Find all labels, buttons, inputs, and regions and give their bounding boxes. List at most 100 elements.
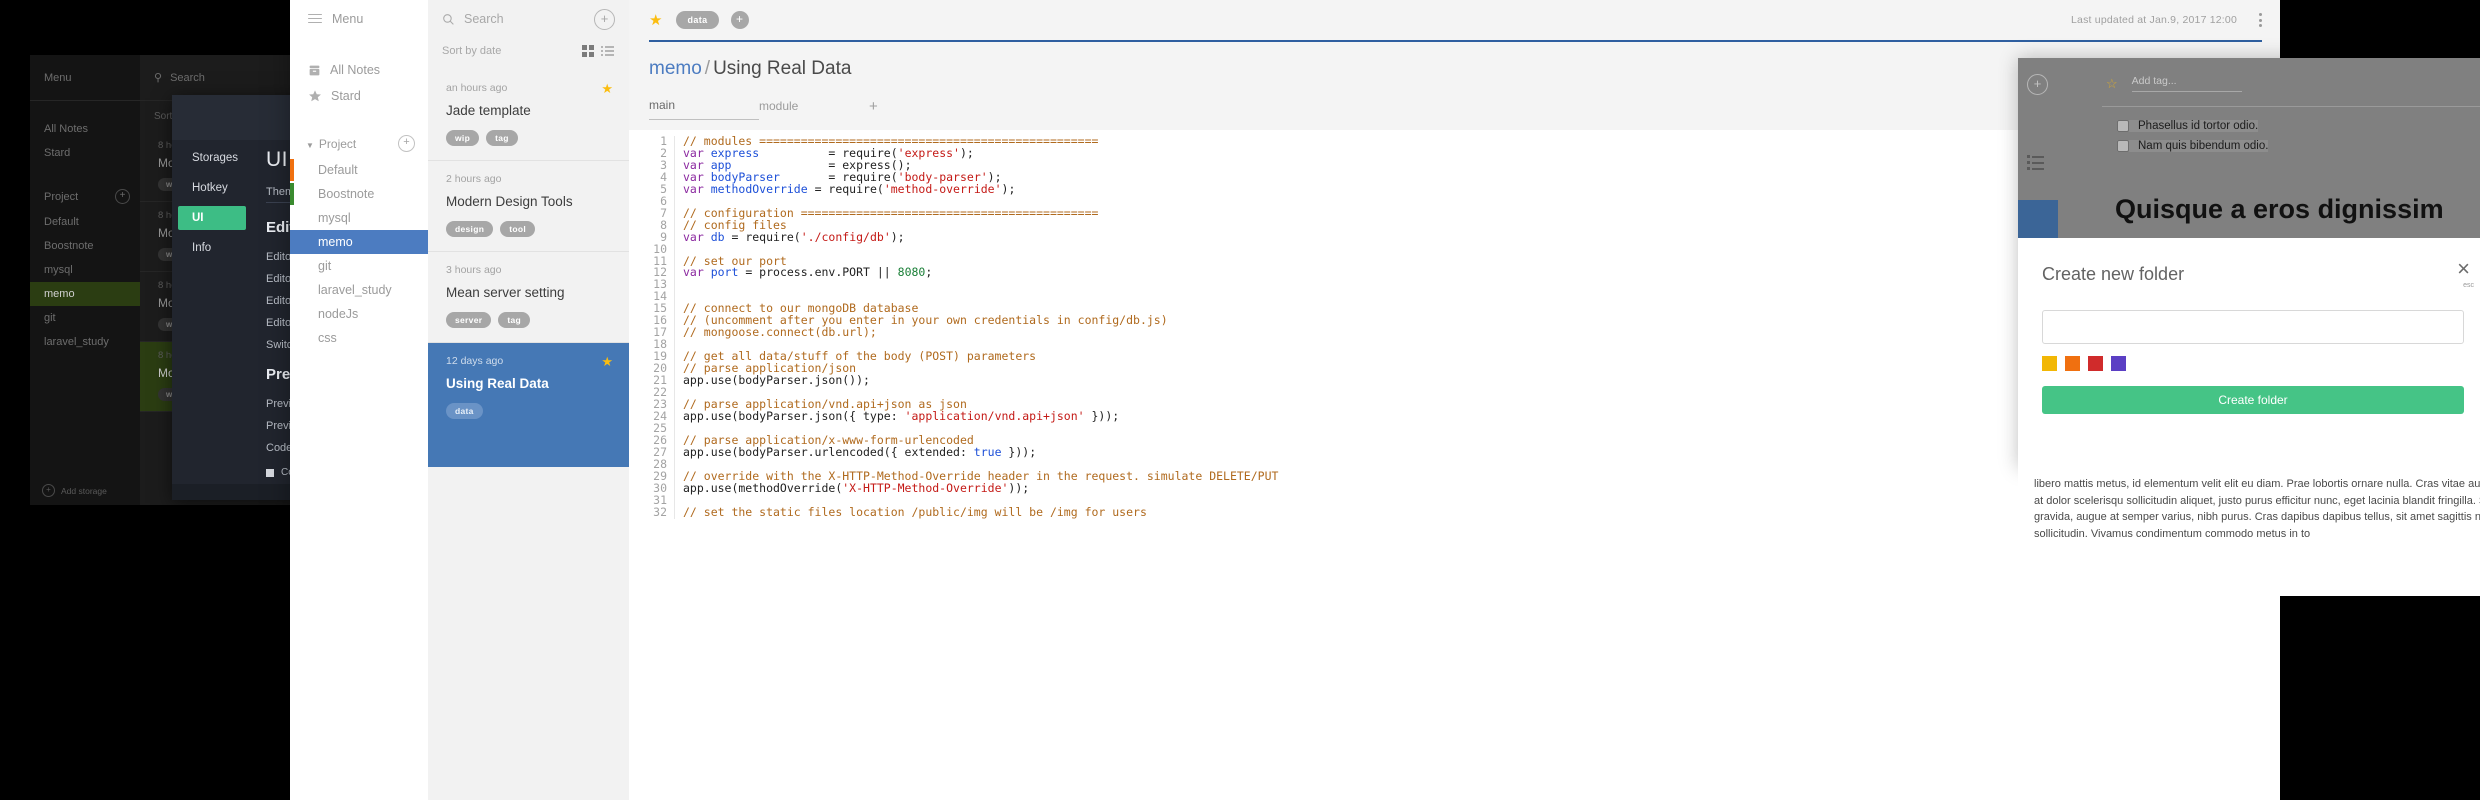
sidebar-project-mysql[interactable]: mysql (290, 206, 428, 230)
code-text[interactable]: var port = process.env.PORT || 8080; (675, 267, 932, 279)
code-text[interactable]: app.use(methodOverride('X-HTTP-Method-Ov… (675, 480, 1030, 495)
add-project-icon[interactable]: + (398, 135, 415, 152)
grid-view-icon[interactable] (582, 45, 594, 57)
menu-label: Menu (332, 11, 364, 26)
modal-title: Create new folder (2042, 264, 2185, 284)
note-list-item[interactable]: 2 hours ago Modern Design Tools design t… (428, 161, 629, 252)
note-date: 2 hours ago (446, 173, 502, 185)
line-number: 26 (629, 434, 675, 447)
prefs-tab-hotkey[interactable]: Hotkey (178, 176, 246, 200)
prefs-tab-ui[interactable]: UI (178, 206, 246, 230)
code-text[interactable]: app.use(bodyParser.json({ type: 'applica… (675, 410, 1119, 423)
folder-name-input[interactable] (2042, 310, 2464, 344)
dark-project-default[interactable]: Default (30, 210, 140, 234)
sidebar-project-boostnote[interactable]: Boostnote (290, 182, 428, 206)
dark-add-project-icon[interactable]: + (115, 189, 130, 204)
color-swatch-orange[interactable] (2065, 356, 2080, 371)
more-options-icon[interactable] (2259, 11, 2262, 30)
notes-icon (309, 65, 320, 75)
sidebar-item-stard[interactable]: Stard (290, 83, 428, 109)
checklist-item[interactable]: Phasellus id tortor odio. (2117, 120, 2259, 132)
list-view-icon[interactable] (2027, 152, 2044, 173)
sidebar-project-laravel-study[interactable]: laravel_study (290, 278, 428, 302)
dark-menu-label[interactable]: Menu (30, 55, 140, 101)
dark-stard[interactable]: Stard (30, 141, 140, 165)
dark-add-storage[interactable]: + Add storage (42, 484, 107, 497)
dark-project-laravel[interactable]: laravel_study (30, 330, 140, 354)
prefs-tab-info[interactable]: Info (178, 236, 246, 260)
dark-project-mysql[interactable]: mysql (30, 258, 140, 282)
line-number: 5 (629, 183, 675, 196)
chevron-down-icon: ▼ (306, 140, 314, 150)
code-token: = require( (807, 181, 884, 196)
line-number: 28 (629, 458, 675, 471)
code-token: // mongoose.connect(db.url); (683, 325, 877, 340)
note-tag[interactable]: data (676, 11, 719, 29)
preview-heading: Quisque a eros dignissim (2115, 194, 2444, 224)
dark-all-notes[interactable]: All Notes (30, 117, 140, 141)
dark-project-boostnote[interactable]: Boostnote (30, 234, 140, 258)
tab-module[interactable]: module (759, 95, 869, 120)
dark-project-memo[interactable]: memo (30, 282, 140, 306)
checkbox-icon[interactable] (2117, 140, 2129, 152)
code-token: )); (1008, 480, 1030, 495)
breadcrumb-title[interactable]: Using Real Data (713, 58, 851, 79)
sidebar-item-all-notes[interactable]: All Notes (290, 57, 428, 83)
note-list-item[interactable]: 3 hours ago Mean server setting server t… (428, 252, 629, 343)
code-text[interactable]: var db = require('./config/db'); (675, 231, 905, 244)
line-number: 25 (629, 422, 675, 435)
star-outline-icon[interactable]: ☆ (2106, 76, 2118, 92)
close-icon[interactable]: × (2457, 256, 2470, 282)
checkbox-icon[interactable] (2117, 120, 2129, 132)
color-swatch-purple[interactable] (2111, 356, 2126, 371)
line-number: 7 (629, 207, 675, 220)
note-list-item[interactable]: ★ an hours ago Jade template wip tag (428, 70, 629, 161)
tag: tool (500, 221, 535, 237)
create-folder-button[interactable]: Create folder (2042, 386, 2464, 414)
line-number: 4 (629, 171, 675, 184)
search-bar[interactable]: Search + (428, 0, 629, 38)
star-icon[interactable]: ★ (649, 11, 662, 29)
add-tag-icon[interactable]: + (730, 11, 749, 29)
new-note-icon[interactable]: + (2027, 74, 2048, 95)
code-text[interactable]: // set the static files location /public… (675, 506, 1147, 519)
line-number: 18 (629, 338, 675, 352)
add-tab-icon[interactable]: + (869, 98, 878, 120)
menu-button[interactable]: Menu (290, 0, 428, 37)
code-text[interactable]: var methodOverride = require('method-ove… (675, 181, 1015, 196)
add-tag-input[interactable]: Add tag... (2131, 75, 2242, 92)
project-section-header[interactable]: ▼ Project + (290, 129, 428, 158)
sidebar-project-git[interactable]: git (290, 254, 428, 278)
sidebar-project-nodejs[interactable]: nodeJs (290, 302, 428, 326)
code-text[interactable]: // mongoose.connect(db.url); (675, 325, 877, 340)
dark-project-header[interactable]: Project + (30, 183, 140, 210)
color-swatch-red[interactable] (2088, 356, 2103, 371)
code-text[interactable]: app.use(bodyParser.json()); (675, 374, 870, 387)
new-note-button[interactable]: + (594, 8, 615, 30)
color-swatch-yellow[interactable] (2042, 356, 2057, 371)
note-date: 12 days ago (446, 355, 504, 367)
sidebar-project-css[interactable]: css (290, 326, 428, 350)
dark-sidebar: Menu All Notes Stard Project + Default B… (30, 55, 140, 505)
checklist-item[interactable]: Nam quis bibendum odio. (2117, 140, 2269, 152)
code-text[interactable]: app.use(bodyParser.urlencoded({ extended… (675, 444, 1036, 459)
star-icon[interactable]: ★ (601, 354, 613, 370)
right-window-lorem-text: libero mattis metus, id elementum velit … (2018, 468, 2480, 596)
code-token: 'X-HTTP-Method-Override' (842, 480, 1009, 495)
sidebar-project-memo[interactable]: memo (290, 230, 428, 254)
tab-main[interactable]: main (649, 94, 759, 120)
dark-project-label: Project (44, 190, 79, 203)
breadcrumb-separator: / (704, 58, 711, 79)
prefs-tab-storages[interactable]: Storages (178, 146, 246, 170)
code-token: true (973, 444, 1002, 459)
sort-label[interactable]: Sort by date (442, 45, 501, 57)
dark-project-git[interactable]: git (30, 306, 140, 330)
right-window-tagbar: ☆ Add tag... (2106, 75, 2242, 92)
list-view-icon[interactable] (601, 44, 614, 58)
star-icon (309, 90, 321, 102)
star-icon[interactable]: ★ (601, 81, 613, 97)
sidebar-project-default[interactable]: Default (290, 158, 428, 182)
breadcrumb-folder[interactable]: memo (649, 58, 702, 79)
note-list-item-selected[interactable]: ★ 12 days ago Using Real Data data (428, 343, 629, 467)
line-number: 22 (629, 386, 675, 399)
